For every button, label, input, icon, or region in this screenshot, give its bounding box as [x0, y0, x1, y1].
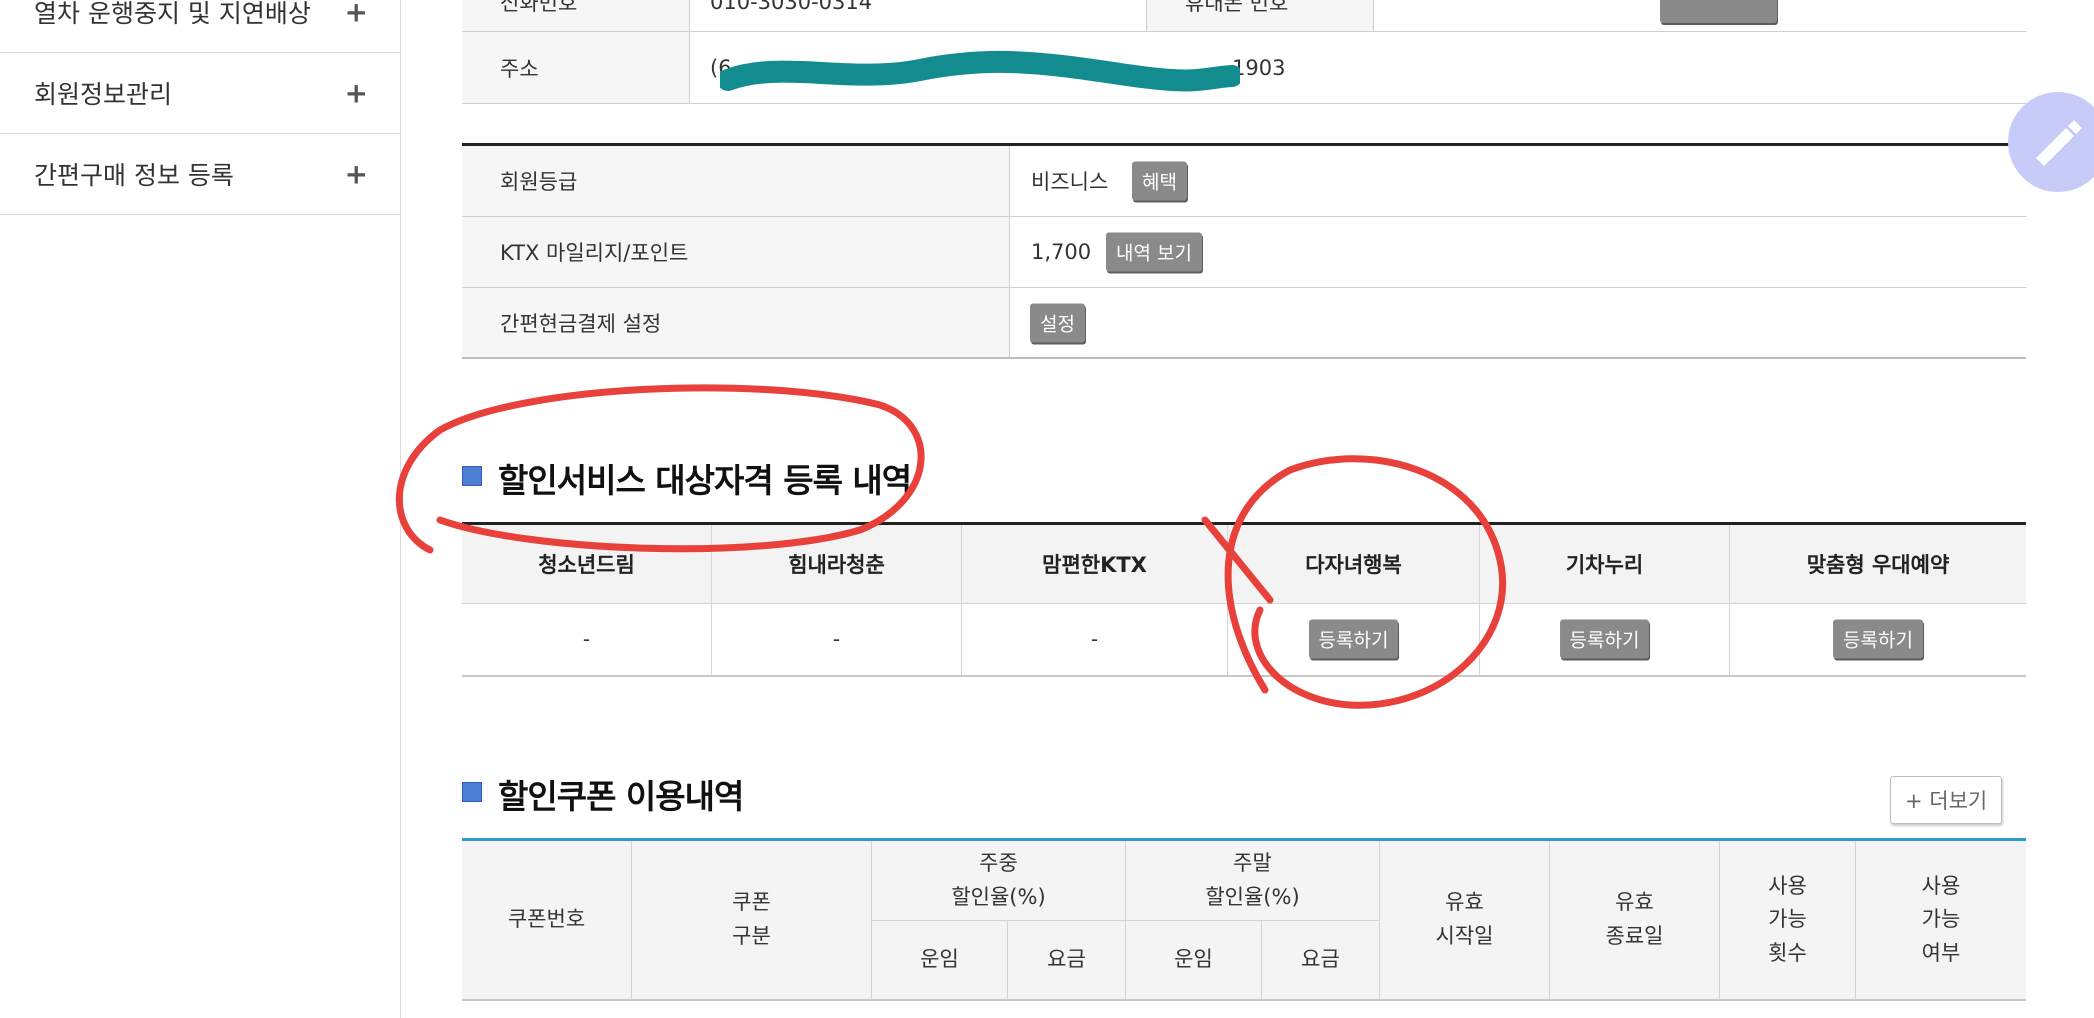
cell-youth: -: [462, 603, 712, 675]
floating-edit-button[interactable]: [2008, 92, 2094, 192]
register-custom-reservation-button[interactable]: 등록하기: [1833, 619, 1923, 659]
col-head-custom-reservation: 맞춤형 우대예약: [1730, 525, 2026, 603]
weekday-rate-header: 주중 할인율(%): [872, 841, 1126, 921]
sidebar-item-member-info[interactable]: 회원정보관리 +: [0, 53, 400, 134]
weekday-charge-header: 요금: [1008, 921, 1126, 999]
cell-custom-reservation: 등록하기: [1730, 603, 2026, 675]
valid-start-header: 유효 시작일: [1380, 841, 1550, 999]
cell-mom-ktx: -: [962, 603, 1228, 675]
mobile-change-button[interactable]: [1660, 0, 1777, 23]
redaction-scribble: [720, 50, 1240, 92]
sidebar-item-label: 간편구매 정보 등록: [34, 161, 234, 190]
section-bullet: [462, 782, 482, 802]
phone-label: 전화번호: [500, 0, 578, 15]
mileage-row: KTX 마일리지/포인트 1,700 내역 보기: [462, 217, 2026, 288]
phone-row: 전화번호 010-3030-0314 휴대폰 번호: [462, 0, 2026, 32]
usable-count-header: 사용 가능 횟수: [1720, 841, 1856, 999]
weekend-rate-header: 주말 할인율(%): [1126, 841, 1380, 921]
member-grade-label-cell: 회원등급: [462, 146, 1010, 216]
history-view-button[interactable]: 내역 보기: [1106, 232, 1202, 272]
coupon-no-header: 쿠폰번호: [462, 841, 632, 999]
valid-end-header: 유효 종료일: [1550, 841, 1720, 999]
cash-payment-row: 간편현금결제 설정 설정: [462, 288, 2026, 359]
cash-payment-label-cell: 간편현금결제 설정: [462, 288, 1010, 357]
weekday-fare-header: 운임: [872, 921, 1008, 999]
mobile-label-cell: 휴대폰 번호: [1146, 0, 1374, 31]
col-head-mom-ktx: 맘편한KTX: [962, 525, 1228, 603]
coupon-type-header: 쿠폰 구분: [632, 841, 872, 999]
mileage-value: 1,700: [1031, 240, 1092, 264]
sidebar-item-quick-purchase[interactable]: 간편구매 정보 등록 +: [0, 134, 400, 215]
phone-value: 010-3030-0314: [710, 0, 873, 14]
benefit-button[interactable]: 혜택: [1132, 161, 1187, 201]
more-button[interactable]: + 더보기: [1890, 776, 2003, 824]
address-label-cell: 주소: [462, 32, 690, 103]
settings-button[interactable]: 설정: [1030, 303, 1085, 342]
usable-flag-header: 사용 가능 여부: [1856, 841, 2026, 999]
annotation-circle-title: [395, 384, 925, 554]
coupon-section-title: 할인쿠폰 이용내역: [498, 777, 744, 816]
sidebar-item-label: 회원정보관리: [34, 80, 173, 109]
member-grade-row: 회원등급 비즈니스 혜택: [462, 146, 2026, 217]
address-label: 주소: [500, 56, 539, 81]
plus-icon: +: [344, 0, 368, 29]
mileage-label-cell: KTX 마일리지/포인트: [462, 217, 1010, 287]
sidebar: 열차 운행중지 및 지연배상 + 회원정보관리 + 간편구매 정보 등록 +: [0, 0, 401, 1018]
member-grade-value: 비즈니스: [1031, 170, 1109, 194]
cash-payment-label: 간편현금결제 설정: [500, 311, 662, 336]
sidebar-item-label: 열차 운행중지 및 지연배상: [34, 0, 311, 28]
mileage-label: KTX 마일리지/포인트: [500, 241, 689, 265]
weekend-charge-header: 요금: [1262, 921, 1380, 999]
pencil-icon: [2036, 120, 2082, 166]
member-grade-label: 회원등급: [500, 170, 578, 194]
annotation-circle-multichild: [1201, 455, 1507, 709]
mobile-label: 휴대폰 번호: [1185, 0, 1289, 15]
phone-label-cell: 전화번호: [462, 0, 690, 31]
cell-youth-cheer: -: [712, 603, 962, 675]
sidebar-item-delay-compensation[interactable]: 열차 운행중지 및 지연배상 +: [0, 0, 400, 53]
coupon-table: 쿠폰번호 쿠폰 구분 주중 할인율(%) 주말 할인율(%) 운임 요금 운임 …: [462, 841, 2026, 1001]
weekend-fare-header: 운임: [1126, 921, 1262, 999]
plus-icon: +: [344, 76, 368, 110]
plus-icon: +: [344, 157, 368, 191]
address-row: 주소 (6 1903: [462, 32, 2026, 104]
register-train-nuri-button[interactable]: 등록하기: [1559, 619, 1650, 659]
address-tail: 1903: [1232, 55, 1286, 80]
